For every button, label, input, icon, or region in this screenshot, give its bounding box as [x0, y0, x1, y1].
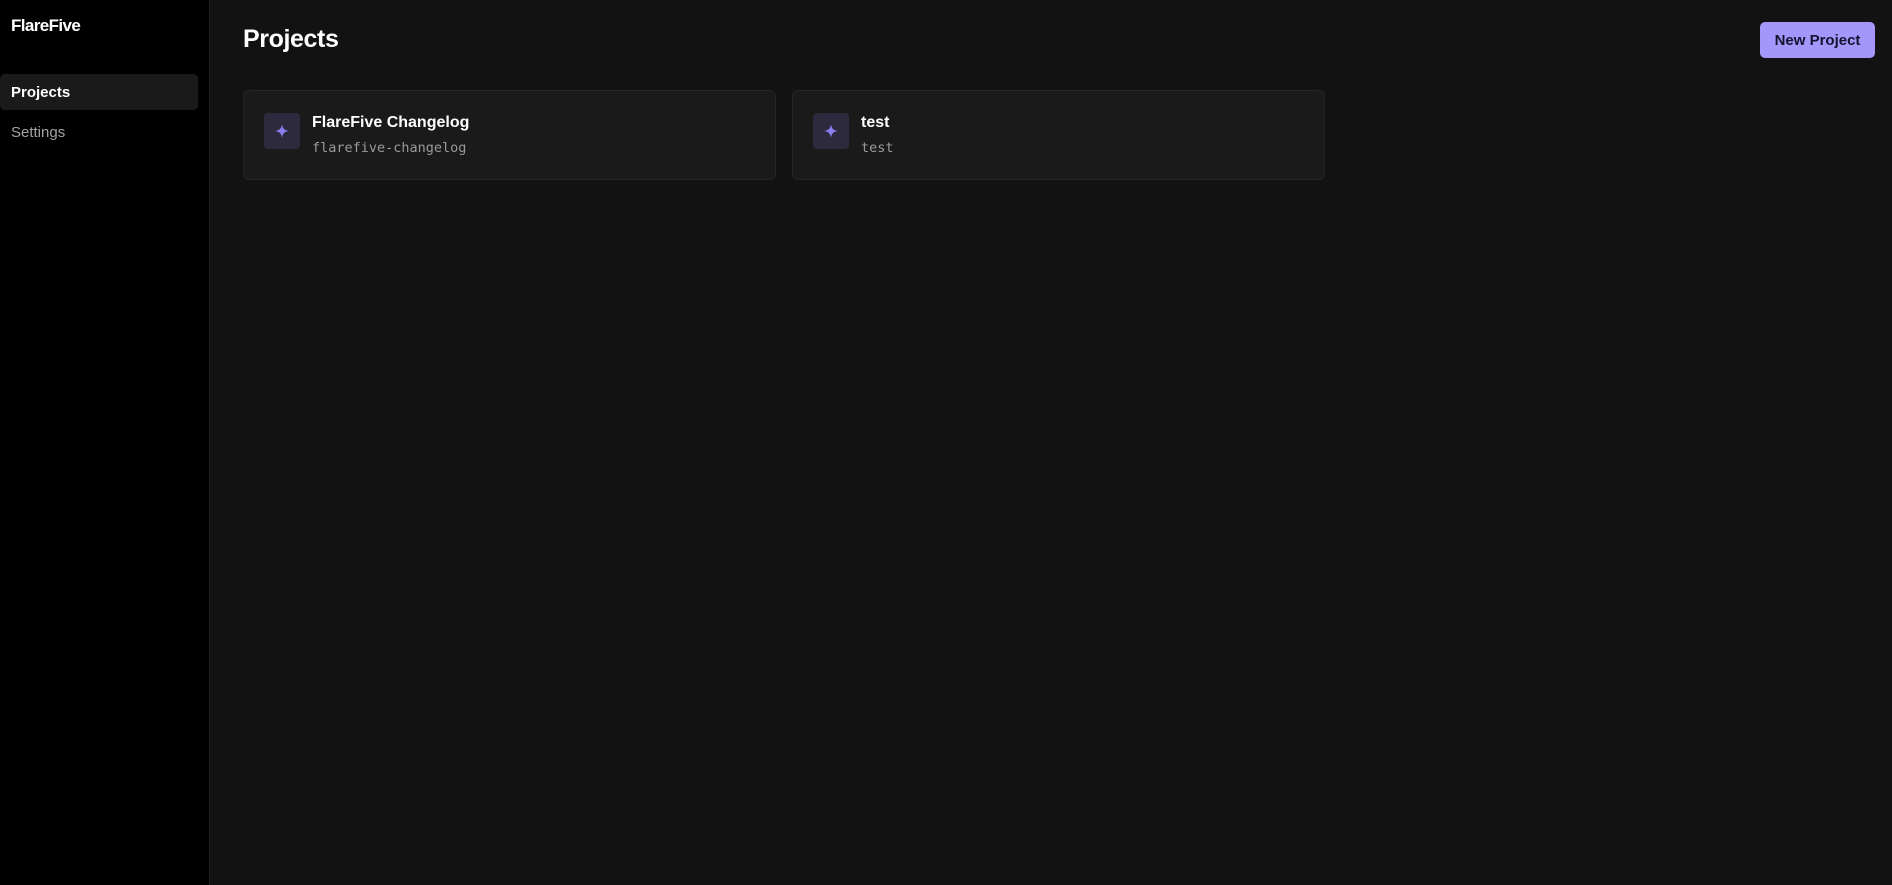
page-title: Projects	[243, 25, 339, 53]
project-name: test	[861, 114, 890, 131]
sidebar-item-projects[interactable]: Projects	[0, 74, 198, 110]
new-project-button[interactable]: New Project	[1760, 22, 1875, 58]
project-slug: test	[861, 140, 894, 156]
project-name: FlareFive Changelog	[312, 114, 470, 131]
sparkle-icon	[813, 113, 849, 149]
project-slug: flarefive-changelog	[312, 140, 467, 156]
sparkle-icon	[264, 113, 300, 149]
sidebar: FlareFive Projects Settings	[0, 0, 210, 885]
sidebar-item-settings[interactable]: Settings	[0, 114, 198, 150]
sidebar-nav: Projects Settings	[0, 74, 210, 154]
brand-logo: FlareFive	[11, 16, 81, 35]
app-shell: FlareFive Projects Settings Projects New…	[0, 0, 1892, 885]
main-content: Projects New Project FlareFive Changelog…	[210, 0, 1892, 885]
project-card[interactable]: test test	[792, 90, 1325, 180]
sidebar-item-label: Settings	[11, 123, 66, 141]
project-card[interactable]: FlareFive Changelog flarefive-changelog	[243, 90, 776, 180]
project-card-text: test test	[861, 114, 894, 156]
project-card-text: FlareFive Changelog flarefive-changelog	[312, 114, 469, 156]
sidebar-item-label: Projects	[11, 83, 71, 101]
project-list: FlareFive Changelog flarefive-changelog …	[243, 90, 1325, 180]
